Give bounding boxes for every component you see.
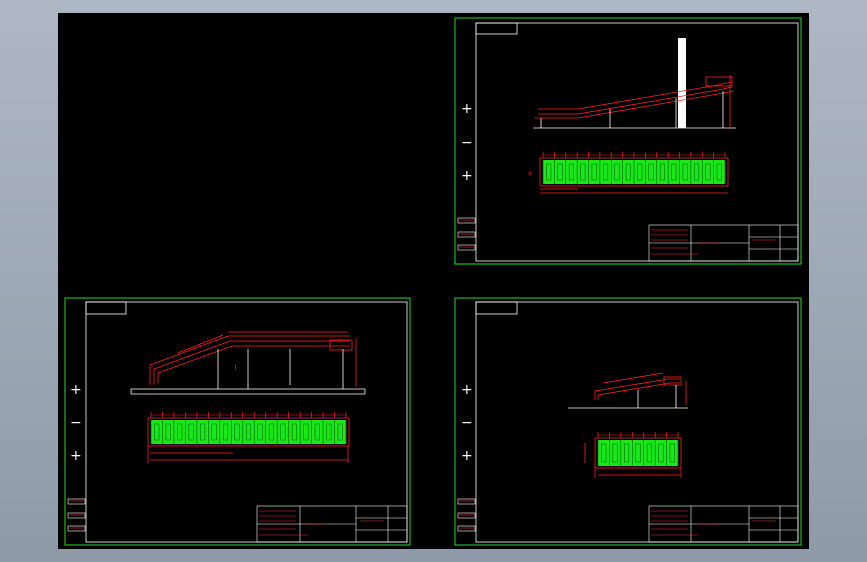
title-block [256,505,408,543]
svg-text:⋮: ⋮ [233,365,238,371]
marker-plus-top[interactable]: + [461,382,473,398]
marker-plus-bottom[interactable]: + [70,448,82,464]
marker-plus-bottom[interactable]: + [461,448,473,464]
plan-view-patterns [150,152,726,466]
marker-minus[interactable]: − [461,135,473,151]
cad-drawing: + − + ≡ + − + ⋮ + − + [64,17,802,546]
marker-plus-top[interactable]: + [70,382,82,398]
marker-plus-top[interactable]: + [461,101,473,117]
margin-stamp [457,498,476,532]
sheet-bottom-left[interactable]: + − + ⋮ [64,297,411,546]
title-block [648,224,799,262]
marker-minus[interactable]: − [70,415,82,431]
conveyor-elevation [533,38,736,129]
conveyor-plan [147,417,350,463]
conveyor-elevation [568,372,688,409]
sheet-top-right[interactable]: + − + ≡ [454,17,802,265]
svg-text:≡: ≡ [528,171,532,177]
drawing-canvas[interactable]: + − + ≡ + − + ⋮ + − + [58,13,809,549]
margin-stamp [457,217,476,251]
sheet-bottom-right[interactable]: + − + [454,297,802,546]
margin-stamp [67,498,86,532]
conveyor-elevation: ⋮ [130,331,366,395]
title-block [648,505,799,543]
marker-plus-bottom[interactable]: + [461,168,473,184]
marker-minus[interactable]: − [461,415,473,431]
